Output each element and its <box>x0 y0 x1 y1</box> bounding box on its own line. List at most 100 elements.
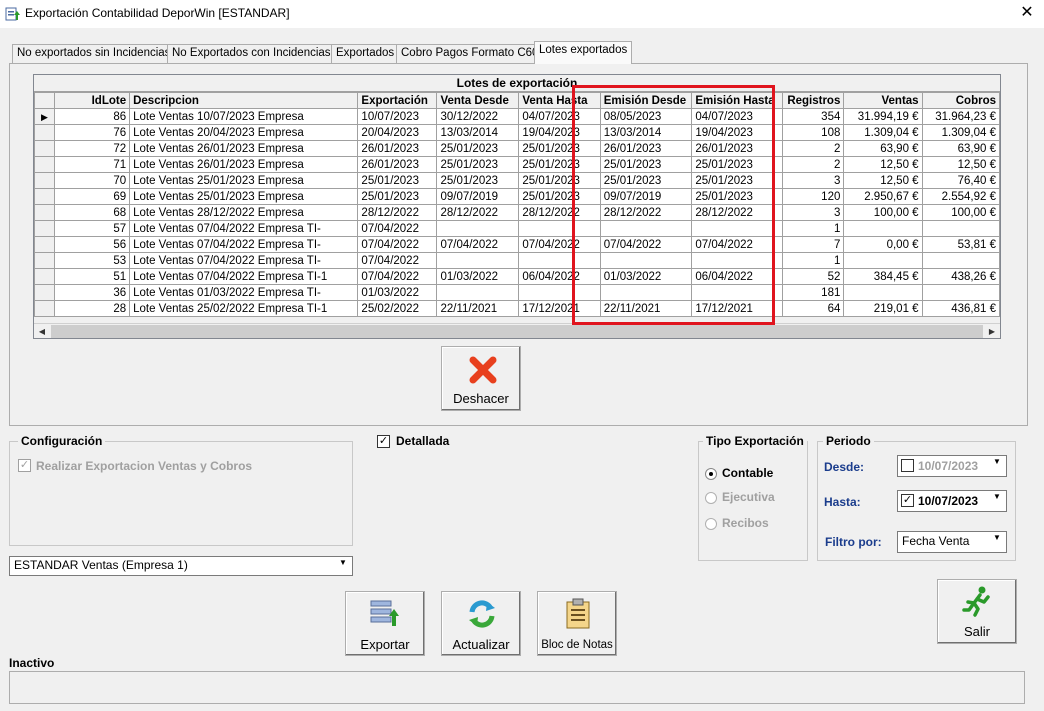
table-row[interactable]: 72 Lote Ventas 26/01/2023 Empresa 26/01/20… <box>34 140 1000 157</box>
table-cell[interactable]: Lote Ventas 20/04/2023 Empresa <box>129 124 359 141</box>
tab-no-exportados-con-incidencias[interactable]: No Exportados con Incidencias <box>167 44 336 64</box>
table-cell[interactable]: 51 <box>53 268 131 285</box>
lotes-grid[interactable]: Lotes de exportación IdLote Descripcion … <box>33 74 1001 339</box>
column-header[interactable]: Exportación <box>357 92 438 109</box>
table-cell[interactable]: 0,00 € <box>843 236 923 253</box>
column-header[interactable]: Cobros <box>921 92 1000 109</box>
row-selector[interactable] <box>34 236 55 253</box>
table-cell[interactable]: 28/12/2022 <box>436 204 520 221</box>
table-cell[interactable]: 384,45 € <box>843 268 923 285</box>
table-cell[interactable]: 26/01/2023 <box>357 140 438 157</box>
table-cell[interactable]: 354 <box>781 108 845 125</box>
table-cell[interactable]: 01/03/2022 <box>357 284 438 301</box>
table-cell[interactable]: 07/04/2022 <box>357 268 438 285</box>
desde-date-picker[interactable]: 10/07/2023 ▼ <box>897 455 1007 477</box>
table-cell[interactable]: 07/04/2022 <box>357 252 438 269</box>
row-selector[interactable] <box>34 140 55 157</box>
table-row[interactable]: 69 Lote Ventas 25/01/2023 Empresa 25/01/20… <box>34 188 1000 205</box>
row-selector[interactable] <box>34 300 55 317</box>
row-selector[interactable]: ▶ <box>34 108 55 125</box>
radio-contable[interactable] <box>705 468 717 480</box>
table-cell[interactable]: Lote Ventas 25/01/2023 Empresa <box>129 172 359 189</box>
filtro-select[interactable]: Fecha Venta ▼ <box>897 531 1007 553</box>
table-cell[interactable]: Lote Ventas 07/04/2022 Empresa TI- <box>129 236 359 253</box>
table-cell[interactable] <box>921 252 1000 269</box>
table-cell[interactable]: 1 <box>781 252 845 269</box>
table-cell[interactable]: 22/11/2021 <box>436 300 520 317</box>
table-row[interactable]: 57 Lote Ventas 07/04/2022 Empresa TI- 07/0… <box>34 220 1000 237</box>
profile-select[interactable]: ESTANDAR Ventas (Empresa 1) ▼ <box>9 556 353 576</box>
table-cell[interactable]: 07/04/2022 <box>357 236 438 253</box>
table-row[interactable]: 53 Lote Ventas 07/04/2022 Empresa TI- 07/0… <box>34 252 1000 269</box>
table-cell[interactable]: 25/01/2023 <box>436 156 520 173</box>
table-cell[interactable]: 25/01/2023 <box>436 140 520 157</box>
tab-lotes-exportados[interactable]: Lotes exportados <box>534 41 633 64</box>
row-selector[interactable] <box>34 220 55 237</box>
table-cell[interactable]: 100,00 € <box>843 204 923 221</box>
radio-recibos[interactable] <box>705 518 717 530</box>
table-cell[interactable]: 57 <box>53 220 131 237</box>
table-cell[interactable]: 64 <box>781 300 845 317</box>
row-selector[interactable] <box>34 172 55 189</box>
table-cell[interactable]: 63,90 € <box>921 140 1000 157</box>
table-cell[interactable] <box>436 284 520 301</box>
table-cell[interactable]: 2 <box>781 140 845 157</box>
table-cell[interactable]: 12,50 € <box>921 156 1000 173</box>
table-cell[interactable]: 181 <box>781 284 845 301</box>
tab-cobro-pagos-c60[interactable]: Cobro Pagos Formato C60 <box>396 44 544 64</box>
desde-checkbox[interactable] <box>901 459 914 472</box>
table-cell[interactable]: 09/07/2019 <box>436 188 520 205</box>
table-row[interactable]: 68 Lote Ventas 28/12/2022 Empresa 28/12/20… <box>34 204 1000 221</box>
table-cell[interactable]: 26/01/2023 <box>357 156 438 173</box>
table-row[interactable]: 56 Lote Ventas 07/04/2022 Empresa TI- 07/0… <box>34 236 1000 253</box>
row-selector[interactable] <box>34 204 55 221</box>
table-cell[interactable]: 53 <box>53 252 131 269</box>
row-selector[interactable] <box>34 268 55 285</box>
table-cell[interactable]: 108 <box>781 124 845 141</box>
table-cell[interactable]: Lote Ventas 07/04/2022 Empresa TI- <box>129 220 359 237</box>
table-cell[interactable]: 76,40 € <box>921 172 1000 189</box>
table-cell[interactable]: 30/12/2022 <box>436 108 520 125</box>
table-cell[interactable]: 76 <box>53 124 131 141</box>
hasta-checkbox[interactable]: ✓ <box>901 494 914 507</box>
table-cell[interactable]: Lote Ventas 25/01/2023 Empresa <box>129 188 359 205</box>
column-header[interactable]: Registros <box>781 92 845 109</box>
table-cell[interactable]: 1 <box>781 220 845 237</box>
table-cell[interactable]: 68 <box>53 204 131 221</box>
table-cell[interactable]: 12,50 € <box>843 156 923 173</box>
column-header[interactable]: IdLote <box>53 92 131 109</box>
table-cell[interactable]: 7 <box>781 236 845 253</box>
scroll-left-icon[interactable]: ◀ <box>34 324 50 338</box>
table-cell[interactable]: Lote Ventas 26/01/2023 Empresa <box>129 156 359 173</box>
table-cell[interactable]: 86 <box>53 108 131 125</box>
scroll-thumb[interactable] <box>51 325 983 338</box>
column-header[interactable]: Venta Desde <box>436 92 520 109</box>
table-cell[interactable]: 120 <box>781 188 845 205</box>
table-cell[interactable]: 25/01/2023 <box>436 172 520 189</box>
deshacer-button[interactable]: Deshacer <box>441 346 521 411</box>
table-cell[interactable]: 436,81 € <box>921 300 1000 317</box>
table-cell[interactable]: 100,00 € <box>921 204 1000 221</box>
scroll-right-icon[interactable]: ▶ <box>984 324 1000 338</box>
table-cell[interactable] <box>843 252 923 269</box>
table-row[interactable]: ▶ 86 Lote Ventas 10/07/2023 Empresa 10/07/2… <box>34 108 1000 125</box>
tab-no-exportados-sin-incidencias[interactable]: No exportados sin Incidencias <box>12 44 176 64</box>
table-row[interactable]: 51 Lote Ventas 07/04/2022 Empresa TI-1 07/… <box>34 268 1000 285</box>
table-cell[interactable]: 69 <box>53 188 131 205</box>
horizontal-scrollbar[interactable]: ◀ ▶ <box>34 323 1000 338</box>
actualizar-button[interactable]: Actualizar <box>441 591 521 656</box>
table-cell[interactable]: Lote Ventas 07/04/2022 Empresa TI- <box>129 252 359 269</box>
table-cell[interactable]: Lote Ventas 28/12/2022 Empresa <box>129 204 359 221</box>
table-cell[interactable] <box>843 284 923 301</box>
table-cell[interactable]: 2 <box>781 156 845 173</box>
table-cell[interactable]: 438,26 € <box>921 268 1000 285</box>
table-cell[interactable]: Lote Ventas 07/04/2022 Empresa TI-1 <box>129 268 359 285</box>
radio-ejecutiva[interactable] <box>705 492 717 504</box>
table-cell[interactable]: Lote Ventas 25/02/2022 Empresa TI-1 <box>129 300 359 317</box>
table-cell[interactable]: 12,50 € <box>843 172 923 189</box>
table-row[interactable]: 76 Lote Ventas 20/04/2023 Empresa 20/04/20… <box>34 124 1000 141</box>
table-cell[interactable]: 1.309,04 € <box>921 124 1000 141</box>
table-cell[interactable]: 20/04/2023 <box>357 124 438 141</box>
table-cell[interactable]: 07/04/2022 <box>357 220 438 237</box>
column-header[interactable]: Descripcion <box>129 92 359 109</box>
